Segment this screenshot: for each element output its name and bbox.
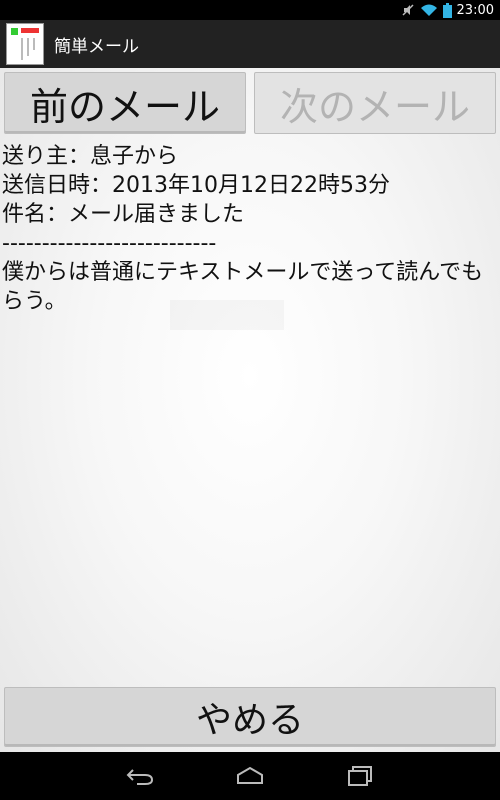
mail-subject: 件名：メール届きました: [2, 202, 245, 227]
battery-icon: [442, 2, 452, 18]
home-icon[interactable]: [233, 764, 267, 788]
clock: 23:00: [456, 2, 494, 18]
mail-sender: 送り主：息子から: [2, 144, 179, 169]
recent-apps-icon[interactable]: [343, 764, 377, 788]
action-bar: 簡単メール: [0, 20, 500, 68]
system-navigation-bar: [0, 752, 500, 800]
app-icon[interactable]: [6, 23, 44, 65]
quit-button[interactable]: やめる: [4, 687, 496, 747]
mail-content: 送り主：息子から 送信日時：2013年10月12日22時53分 件名：メール届き…: [2, 142, 496, 316]
mail-datetime: 送信日時：2013年10月12日22時53分: [2, 173, 390, 198]
previous-mail-button[interactable]: 前のメール: [4, 72, 246, 134]
mail-navigation: 前のメール 次のメール: [4, 72, 496, 134]
status-icons: 23:00: [401, 0, 494, 20]
next-mail-button[interactable]: 次のメール: [254, 72, 496, 134]
app-title: 簡単メール: [54, 36, 139, 57]
status-bar: 23:00: [0, 0, 500, 20]
back-icon[interactable]: [123, 764, 157, 788]
wifi-icon: [420, 3, 438, 17]
mail-separator: ---------------------------: [2, 231, 217, 256]
mute-icon: [401, 3, 415, 17]
main-content: 前のメール 次のメール 送り主：息子から 送信日時：2013年10月12日22時…: [0, 68, 500, 752]
faded-background-element: [170, 300, 284, 330]
